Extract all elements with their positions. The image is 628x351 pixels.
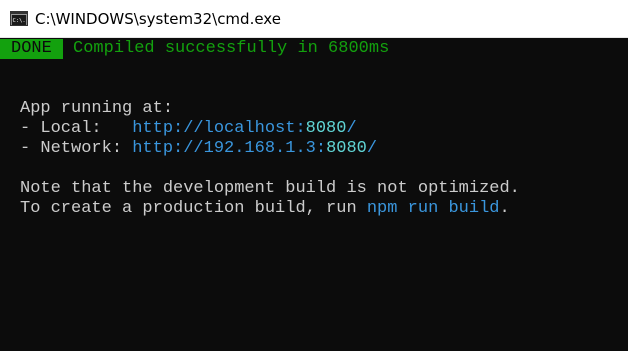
app-running-label: App running at: [20,99,174,118]
create-prefix: To create a production build, run [20,199,367,218]
cmd-icon: C:\. [10,11,28,26]
local-port[interactable]: 8080 [306,119,347,138]
network-url-prefix[interactable]: http://192.168.1.3: [132,139,326,158]
local-line: - Local: http://localhost:8080/ [0,119,357,139]
app-running-line: App running at: [0,99,173,119]
network-line: - Network: http://192.168.1.3:8080/ [0,139,377,159]
cmd-window: C:\. C:\WINDOWS\system32\cmd.exe DONE Co… [0,0,628,351]
done-badge: DONE [0,39,63,59]
local-url-suffix[interactable]: / [346,119,356,138]
local-url-prefix[interactable]: http://localhost: [132,119,305,138]
create-suffix: . [499,199,510,218]
note-text: Note that the development build is not o… [20,179,520,198]
local-label: - Local: [20,119,133,138]
create-build-line: To create a production build, run npm ru… [0,199,510,219]
window-title: C:\WINDOWS\system32\cmd.exe [35,9,281,28]
title-bar[interactable]: C:\. C:\WINDOWS\system32\cmd.exe [0,0,628,38]
network-port[interactable]: 8080 [326,139,367,158]
note-line: Note that the development build is not o… [0,179,520,199]
network-label: - Network: [20,139,133,158]
npm-command: npm run build [366,199,500,218]
network-url-suffix[interactable]: / [367,139,377,158]
console-output[interactable]: DONE Compiled successfully in 6800ms App… [0,38,628,351]
cmd-icon-text: C:\. [13,18,26,24]
status-message: Compiled successfully in 6800ms [73,39,390,58]
status-line: DONE Compiled successfully in 6800ms [0,39,389,59]
